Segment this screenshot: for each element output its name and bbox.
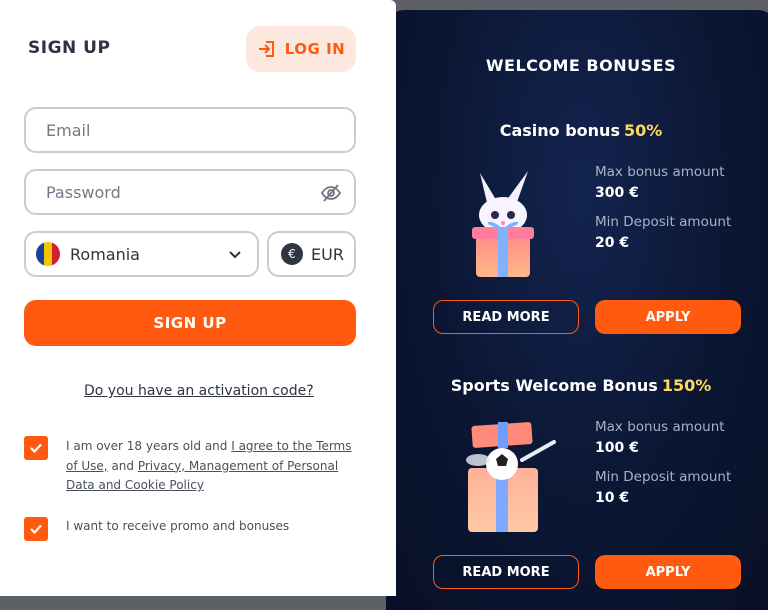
terms-prefix: I am over 18 years old and bbox=[66, 439, 232, 453]
country-value: Romania bbox=[70, 244, 140, 264]
casino-max-value: 300 € bbox=[595, 185, 639, 201]
check-icon bbox=[30, 524, 42, 535]
promo-checkbox[interactable] bbox=[24, 517, 48, 541]
login-button[interactable]: LOG IN bbox=[246, 26, 356, 72]
sports-min-label: Min Deposit amount bbox=[595, 469, 732, 485]
login-icon bbox=[258, 41, 274, 57]
signup-title: SIGN UP bbox=[28, 38, 111, 58]
casino-min-label: Min Deposit amount bbox=[595, 214, 732, 230]
activation-code-link[interactable]: Do you have an activation code? bbox=[84, 383, 314, 399]
sports-read-more-button[interactable]: READ MORE bbox=[433, 555, 579, 589]
romania-flag-icon bbox=[36, 242, 60, 266]
sports-max-value: 100 € bbox=[595, 440, 639, 456]
sports-max-label: Max bonus amount bbox=[595, 419, 725, 435]
promo-label: I want to receive promo and bonuses bbox=[66, 519, 290, 533]
euro-icon: € bbox=[281, 243, 303, 265]
sports-bonus-name: Sports Welcome Bonus bbox=[450, 376, 658, 395]
casino-bonus-percent: 50% bbox=[623, 121, 663, 140]
terms-middle: and bbox=[107, 458, 138, 473]
sports-min-value: 10 € bbox=[595, 490, 630, 506]
sports-gift-icon bbox=[466, 422, 556, 532]
email-placeholder: Email bbox=[46, 120, 91, 140]
terms-text: I am over 18 years old and I agree to th… bbox=[66, 437, 366, 496]
country-select[interactable]: Romania bbox=[24, 231, 259, 277]
password-field[interactable]: Password bbox=[24, 169, 356, 215]
casino-max-label: Max bonus amount bbox=[595, 164, 725, 180]
terms-checkbox[interactable] bbox=[24, 436, 48, 460]
email-field[interactable]: Email bbox=[24, 107, 356, 153]
signup-panel: SIGN UP LOG IN Email Password Romania € … bbox=[0, 0, 396, 596]
login-label: LOG IN bbox=[284, 40, 346, 58]
currency-select[interactable]: € EUR bbox=[267, 231, 356, 277]
password-placeholder: Password bbox=[46, 182, 121, 202]
bonuses-title: WELCOME BONUSES bbox=[485, 56, 677, 75]
casino-apply-button[interactable]: APPLY bbox=[595, 300, 741, 334]
bonuses-panel: WELCOME BONUSES Casino bonus 50% Max bonu… bbox=[386, 10, 768, 610]
sports-apply-button[interactable]: APPLY bbox=[595, 555, 741, 589]
sports-bonus-percent: 150% bbox=[661, 376, 712, 395]
signup-submit-button[interactable]: SIGN UP bbox=[24, 300, 356, 346]
chevron-down-icon bbox=[229, 251, 241, 259]
casino-bonus-name: Casino bonus bbox=[499, 121, 620, 140]
currency-value: EUR bbox=[311, 244, 344, 264]
sports-bonus-title: Sports Welcome Bonus 150% bbox=[386, 376, 768, 395]
casino-read-more-button[interactable]: READ MORE bbox=[433, 300, 579, 334]
check-icon bbox=[30, 443, 42, 454]
fox-gift-icon bbox=[472, 171, 534, 277]
eye-off-icon[interactable] bbox=[320, 182, 342, 204]
casino-min-value: 20 € bbox=[595, 235, 630, 251]
casino-bonus-title: Casino bonus 50% bbox=[386, 121, 768, 140]
